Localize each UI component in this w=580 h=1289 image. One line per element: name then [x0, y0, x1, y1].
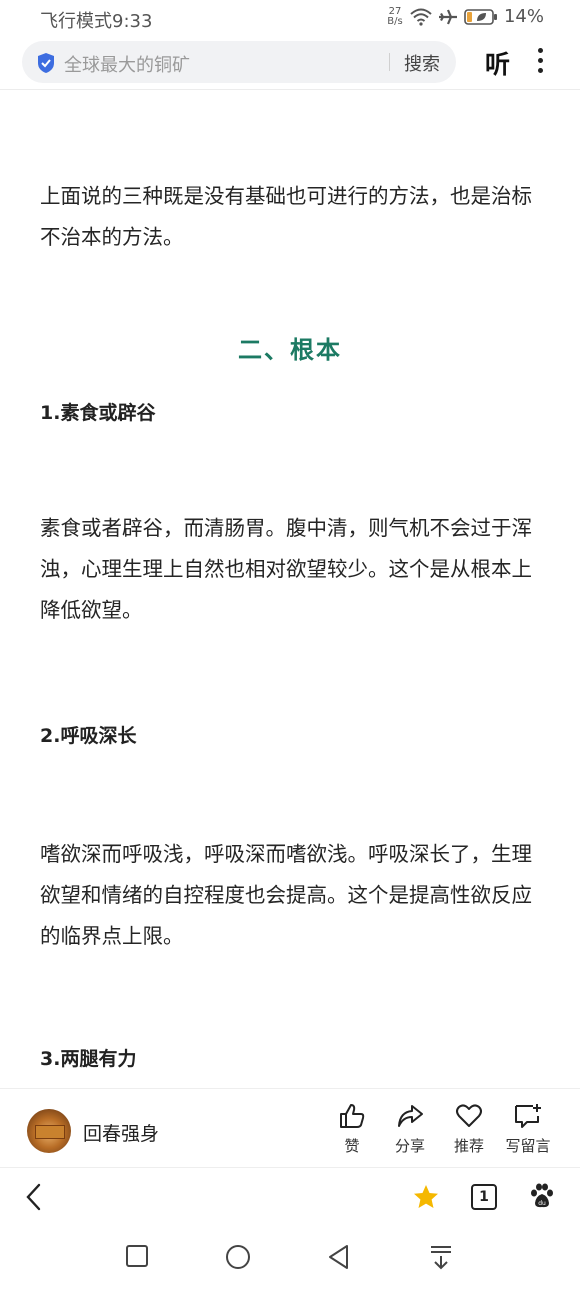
like-button[interactable]: 赞: [322, 1103, 382, 1156]
thumbs-up-icon: [322, 1103, 382, 1129]
search-divider: [389, 53, 390, 71]
comment-button[interactable]: 写留言: [498, 1103, 558, 1156]
baidu-paw-icon[interactable]: du: [528, 1182, 556, 1214]
tabs-count-button[interactable]: 1: [471, 1184, 497, 1210]
heart-icon: [439, 1103, 499, 1129]
network-speed: 27 B/s: [387, 5, 403, 27]
article-subheading: 2.呼吸深长: [40, 725, 137, 747]
battery-icon: [464, 8, 498, 26]
author-divider: [0, 1167, 580, 1168]
article-paragraph: 嗜欲深而呼吸浅，呼吸深而嗜欲浅。呼吸深长了，生理欲望和情绪的自控程度也会提高。这…: [40, 842, 532, 948]
battery-percent: 14%: [503, 6, 544, 27]
system-navigation-bar: [0, 1228, 580, 1289]
section-heading: 二、根本: [238, 336, 342, 364]
avatar[interactable]: [27, 1109, 71, 1153]
wifi-icon: [410, 8, 432, 26]
home-icon[interactable]: [225, 1244, 251, 1274]
search-button[interactable]: 搜索: [404, 50, 440, 76]
article-subheading: 3.两腿有力: [40, 1048, 137, 1070]
airplane-icon: [438, 8, 458, 26]
system-back-icon[interactable]: [327, 1244, 351, 1274]
author-name[interactable]: 回春强身: [83, 1119, 159, 1146]
recommend-label: 推荐: [453, 1137, 484, 1155]
share-label: 分享: [394, 1137, 425, 1155]
header-divider: [0, 89, 580, 90]
article-paragraph: 上面说的三种既是没有基础也可进行的方法，也是治标不治本的方法。: [40, 184, 532, 249]
search-bar[interactable]: 全球最大的铜矿 搜索: [22, 41, 456, 83]
author-bar: 回春强身 赞 分享 推荐 写留言: [0, 1088, 580, 1169]
like-label: 赞: [344, 1137, 360, 1155]
recommend-button[interactable]: 推荐: [439, 1103, 499, 1156]
share-icon: [380, 1103, 440, 1129]
listen-button[interactable]: 听: [485, 45, 510, 81]
more-options-icon[interactable]: [538, 48, 543, 78]
status-bar: 飞行模式9:33 27 B/s 14%: [0, 0, 580, 36]
star-icon[interactable]: [412, 1183, 440, 1215]
comment-label: 写留言: [505, 1137, 551, 1155]
article-paragraph: 素食或者辟谷，而清肠胃。腹中清，则气机不会过于浑浊，心理生理上自然也相对欲望较少…: [40, 516, 532, 622]
share-button[interactable]: 分享: [380, 1103, 440, 1156]
article-subheading: 1.素食或辟谷: [40, 402, 156, 424]
comment-icon: [498, 1103, 558, 1129]
back-icon[interactable]: [24, 1182, 44, 1216]
search-input[interactable]: 全球最大的铜矿: [64, 51, 190, 77]
notification-shade-icon[interactable]: [428, 1244, 454, 1274]
recent-apps-icon[interactable]: [125, 1244, 149, 1272]
status-icons: 27 B/s 14%: [386, 6, 544, 27]
svg-text:du: du: [538, 1200, 546, 1207]
status-time: 飞行模式9:33: [40, 11, 153, 32]
shield-icon: [36, 52, 56, 78]
